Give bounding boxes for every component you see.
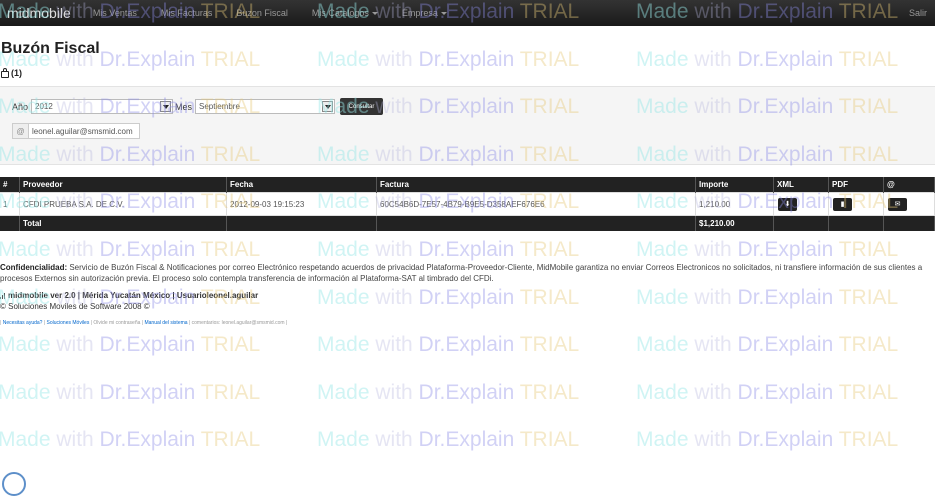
cell-email: ✉ (883, 192, 935, 216)
nav-empresa[interactable]: Empresa (402, 8, 447, 18)
col-num: # (0, 177, 20, 193)
col-fecha: Fecha (226, 177, 377, 193)
total-value: $1,210.00 (695, 215, 774, 231)
cell-num: 1 (0, 192, 20, 216)
dropdown-arrow-icon (160, 101, 171, 112)
nav-label: Mis Facturas (160, 8, 213, 18)
help-link[interactable]: Necesitas ayuda? (3, 320, 43, 326)
cell-xml: ⬇ (773, 192, 829, 216)
total-row: Total $1,210.00 (0, 215, 935, 231)
watermark-text: Made with Dr.Explain TRIAL (0, 428, 261, 451)
watermark-text: Made with Dr.Explain TRIAL (317, 48, 580, 71)
col-importe: Importe (695, 177, 774, 193)
total-label: Total (19, 215, 227, 231)
watermark-text: Made with Dr.Explain TRIAL (636, 333, 899, 356)
table-row: 1 CFDI PRUEBA S.A. DE C.V. 2012-09-03 19… (0, 192, 935, 216)
month-select[interactable]: Septiembre (195, 99, 335, 114)
lock-icon (1, 67, 9, 78)
mailbox-count: (1) (1, 67, 22, 78)
nav-mis-catalogos[interactable]: Mis Catalogos (312, 8, 378, 18)
col-proveedor: Proveedor (19, 177, 227, 193)
copyright: © Soluciones Moviles de Software 2008 © (0, 302, 150, 311)
col-xml: XML (773, 177, 829, 193)
watermark-text: Made with Dr.Explain TRIAL (0, 333, 261, 356)
total-empty (883, 215, 935, 231)
total-empty (226, 215, 377, 231)
logout-link[interactable]: Salir (909, 8, 927, 18)
filter-panel (0, 86, 935, 165)
year-select[interactable]: 2012 (31, 99, 173, 114)
nav-label: Buzon Fiscal (236, 8, 288, 18)
signal-bars-icon (0, 292, 5, 299)
caret-down-icon (371, 11, 378, 15)
nav-mis-ventas[interactable]: Mis Ventas (93, 8, 137, 18)
total-empty (376, 215, 696, 231)
col-factura: Factura (376, 177, 696, 193)
nav-label: Empresa (401, 8, 438, 18)
col-email: @ (883, 177, 935, 193)
top-navbar: midmobile Mis Ventas Mis Facturas Buzon … (0, 0, 935, 26)
cell-factura: 60C54B6D-7E57-4B79-B9E5-D358AEF676E6 (376, 192, 696, 216)
envelope-icon[interactable]: ✉ (888, 197, 907, 211)
nav-buzon-fiscal[interactable]: Buzon Fiscal (236, 8, 288, 18)
comments-text: comentarios: leonel.aguilar@smsmid.com (191, 320, 285, 326)
watermark-text: Made with Dr.Explain TRIAL (317, 428, 580, 451)
total-empty (773, 215, 829, 231)
watermark-text: Made with Dr.Explain TRIAL (636, 48, 899, 71)
circle-logo-icon (2, 472, 26, 496)
col-pdf: PDF (828, 177, 884, 193)
email-group: @ leonel.aguilar@smsmid.com (12, 123, 140, 139)
watermark-text: Made with Dr.Explain TRIAL (636, 286, 899, 309)
table-header-row: # Proveedor Fecha Factura Importe XML PD… (0, 177, 935, 193)
version-text: midmobile ver 2.0 | Mérida Yucatán Méxic… (8, 291, 259, 300)
month-value: Septiembre (199, 102, 240, 111)
email-input[interactable]: leonel.aguilar@smsmid.com (29, 123, 140, 139)
brand-logo[interactable]: midmobile (7, 5, 71, 21)
pdf-file-icon[interactable]: ▮ (833, 197, 852, 211)
conf-text: Servicio de Buzón Fiscal & Notificacione… (0, 263, 923, 283)
watermark-text: Made with Dr.Explain TRIAL (317, 238, 580, 261)
watermark-text: Made with Dr.Explain TRIAL (0, 238, 261, 261)
cell-importe: 1,210.00 (695, 192, 774, 216)
footer-links: | Necesitas ayuda? | Soluciones Móviles … (0, 320, 288, 326)
total-empty (828, 215, 884, 231)
year-value: 2012 (35, 102, 53, 111)
watermark-text: Made with Dr.Explain TRIAL (0, 381, 261, 404)
nav-label: Mis Ventas (92, 8, 137, 18)
forgot-password-link[interactable]: Olvide mi contraseña (93, 320, 140, 326)
year-label: Año (12, 102, 29, 112)
nav-label: Mis Catalogos (311, 8, 369, 18)
watermark-text: Made with Dr.Explain TRIAL (317, 286, 580, 309)
watermark-text: Made with Dr.Explain TRIAL (636, 428, 899, 451)
version-line: midmobile ver 2.0 | Mérida Yucatán Méxic… (0, 291, 258, 300)
total-spacer (0, 215, 20, 231)
dropdown-arrow-icon (322, 101, 333, 112)
conf-label: Confidencialidad: (0, 263, 68, 272)
at-icon: @ (12, 123, 29, 139)
watermark-text: Made with Dr.Explain TRIAL (636, 238, 899, 261)
manual-link[interactable]: Manual del sistema (144, 320, 187, 326)
download-xml-icon[interactable]: ⬇ (778, 197, 797, 211)
cell-proveedor: CFDI PRUEBA S.A. DE C.V. (19, 192, 227, 216)
month-label: Mes (175, 102, 193, 112)
watermark-text: Made with Dr.Explain TRIAL (317, 333, 580, 356)
watermark-text: Made with Dr.Explain TRIAL (636, 381, 899, 404)
consultar-button[interactable]: Consultar (340, 98, 383, 115)
count-label: (1) (11, 68, 22, 78)
cell-pdf: ▮ (828, 192, 884, 216)
invoice-table: # Proveedor Fecha Factura Importe XML PD… (0, 177, 935, 231)
confidentiality-note: Confidencialidad: Servicio de Buzón Fisc… (0, 262, 935, 284)
cell-fecha: 2012-09-03 19:15:23 (226, 192, 377, 216)
mobile-solutions-link[interactable]: Soluciones Móviles (47, 320, 90, 326)
caret-down-icon (440, 11, 447, 15)
watermark-text: Made with Dr.Explain TRIAL (317, 381, 580, 404)
nav-mis-facturas[interactable]: Mis Facturas (161, 8, 213, 18)
page-title: Buzón Fiscal (1, 40, 100, 57)
